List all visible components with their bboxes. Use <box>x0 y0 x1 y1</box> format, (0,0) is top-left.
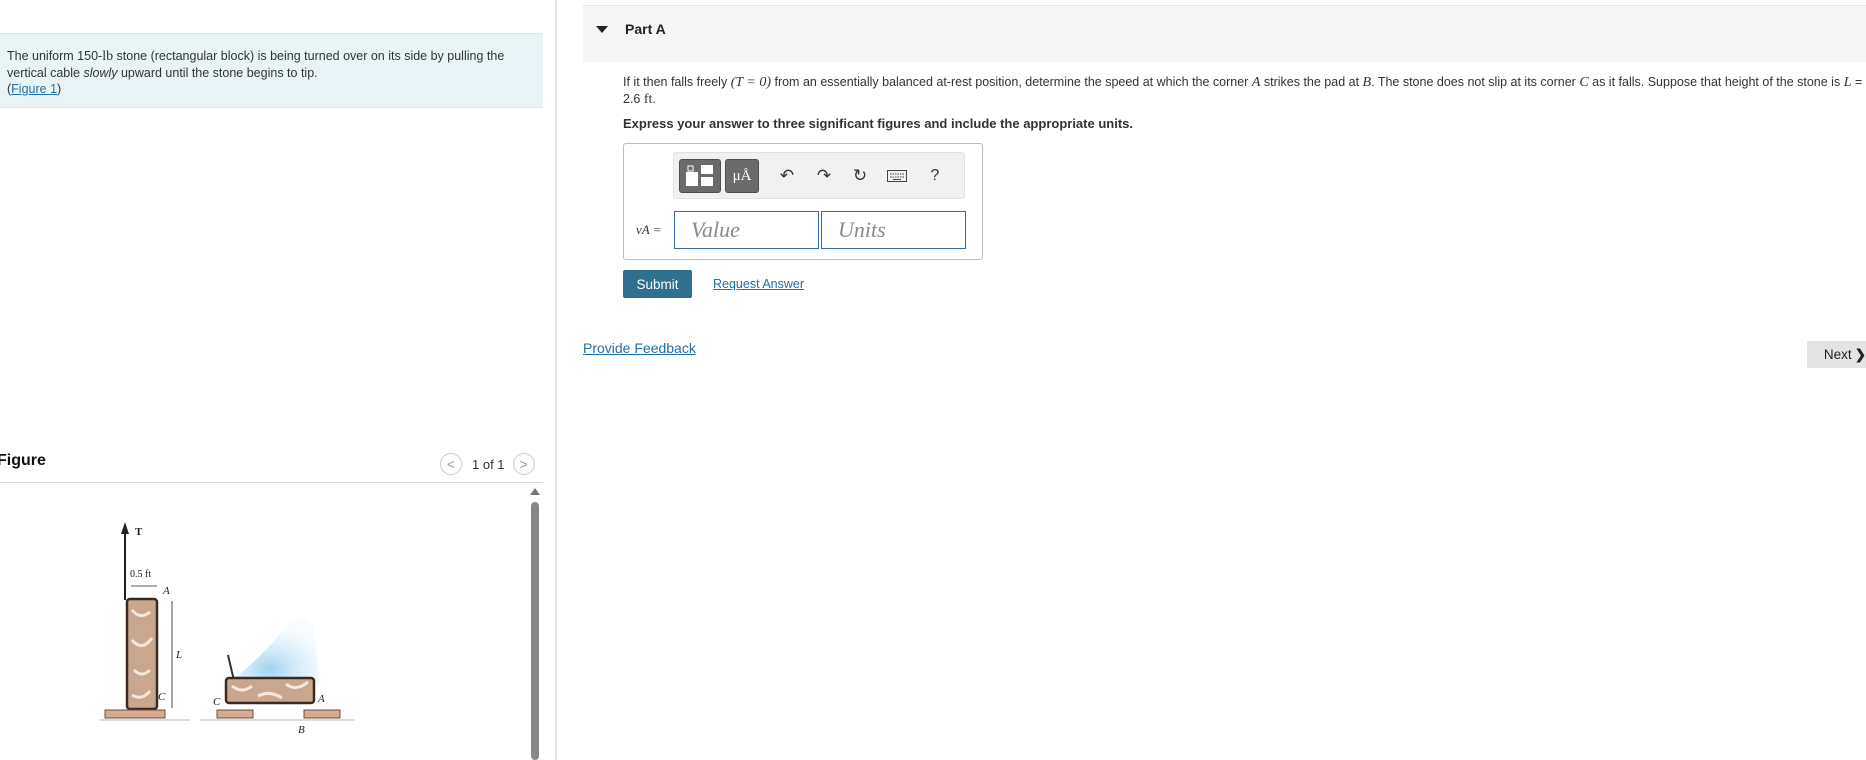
question-math: C <box>1579 75 1589 90</box>
problem-statement: The uniform 150-lb stone (rectangular bl… <box>0 33 543 108</box>
right-pane: Part A If it then falls freely (T = 0) f… <box>557 0 1866 760</box>
problem-text: upward until the stone begins to tip. <box>117 66 318 80</box>
chevron-right-icon: ❯ <box>1854 346 1866 362</box>
scroll-thumb[interactable] <box>531 502 539 760</box>
units-icon: μÅ <box>732 167 752 184</box>
figure-pager-text: 1 of 1 <box>472 456 505 472</box>
question-segment: from an essentially balanced at-rest pos… <box>771 75 1252 89</box>
problem-text: The uniform 150- <box>7 49 103 63</box>
previous-figure-button[interactable]: < <box>440 453 462 475</box>
length-label: L <box>175 649 182 661</box>
question-segment: as it falls. Suppose that height of the … <box>1588 75 1844 89</box>
figure-title: Figure <box>0 452 46 469</box>
caret-down-icon[interactable] <box>596 26 608 33</box>
keyboard-icon[interactable] <box>886 165 908 187</box>
corner-a-label: A <box>162 585 170 597</box>
question-segment: . The stone does not slip at its corner <box>1371 75 1580 89</box>
part-a-header[interactable]: Part A <box>583 5 1866 62</box>
math-toolbar: μÅ ↶ ↷ ↻ ? <box>673 152 965 199</box>
tension-label: T <box>135 526 143 538</box>
corner-c-label: C <box>158 691 166 703</box>
question-segment: If it then falls freely <box>623 75 731 89</box>
pad-left <box>104 709 166 719</box>
question-text: If it then falls freely (T = 0) from an … <box>623 74 1866 108</box>
question-segment: strikes the pad at <box>1260 75 1363 89</box>
figure-pager: < 1 of 1 > <box>440 452 535 476</box>
scroll-up-arrow-icon[interactable] <box>530 488 540 495</box>
help-icon[interactable]: ? <box>924 165 946 187</box>
units-button[interactable]: μÅ <box>725 159 759 193</box>
chevron-left-icon: < <box>446 456 456 472</box>
corner-a2-label: A <box>317 693 325 705</box>
templates-button[interactable] <box>679 159 721 193</box>
chevron-right-icon: > <box>519 456 528 472</box>
reset-icon[interactable]: ↻ <box>849 165 871 187</box>
value-input[interactable]: Value <box>674 211 819 249</box>
next-figure-button[interactable]: > <box>512 453 535 475</box>
templates-icon <box>686 165 713 186</box>
undo-icon[interactable]: ↶ <box>776 165 798 187</box>
figure-header: Figure < 1 of 1 > <box>0 448 543 483</box>
variable-label: vA = <box>636 222 662 238</box>
corner-c2-label: C <box>213 696 221 708</box>
weight-unit: lb <box>102 49 114 64</box>
problem-emphasis: slowly <box>83 66 118 80</box>
provide-feedback-link[interactable]: Provide Feedback <box>583 340 696 356</box>
pad-b <box>303 709 341 719</box>
question-math: B <box>1362 75 1372 90</box>
answer-instruction: Express your answer to three significant… <box>623 116 1133 131</box>
figure-link[interactable]: Figure 1 <box>11 82 57 96</box>
request-answer-link[interactable]: Request Answer <box>713 277 804 291</box>
left-pane: The uniform 150-lb stone (rectangular bl… <box>0 0 556 760</box>
next-button[interactable]: Next ❯ <box>1807 341 1866 368</box>
submit-button[interactable]: Submit <box>623 270 692 298</box>
figure-scrollbar[interactable] <box>530 488 540 760</box>
question-math: (T = 0) <box>730 75 771 90</box>
paren: ) <box>57 82 62 96</box>
units-input[interactable]: Units <box>821 211 966 249</box>
next-label: Next <box>1823 347 1852 362</box>
part-title: Part A <box>625 21 666 37</box>
pad-b-label: B <box>298 724 305 736</box>
redo-icon[interactable]: ↷ <box>813 165 835 187</box>
variable-text: vA = <box>636 222 662 237</box>
pad-c <box>216 709 254 719</box>
stone-figure: T 0.5 ft A L C C A B <box>100 522 355 736</box>
cable-arrow-icon <box>121 522 129 534</box>
question-segment: . <box>652 92 656 106</box>
width-label: 0.5 ft <box>130 569 151 580</box>
answer-box: μÅ ↶ ↷ ↻ ? vA = Value Units <box>623 143 983 260</box>
